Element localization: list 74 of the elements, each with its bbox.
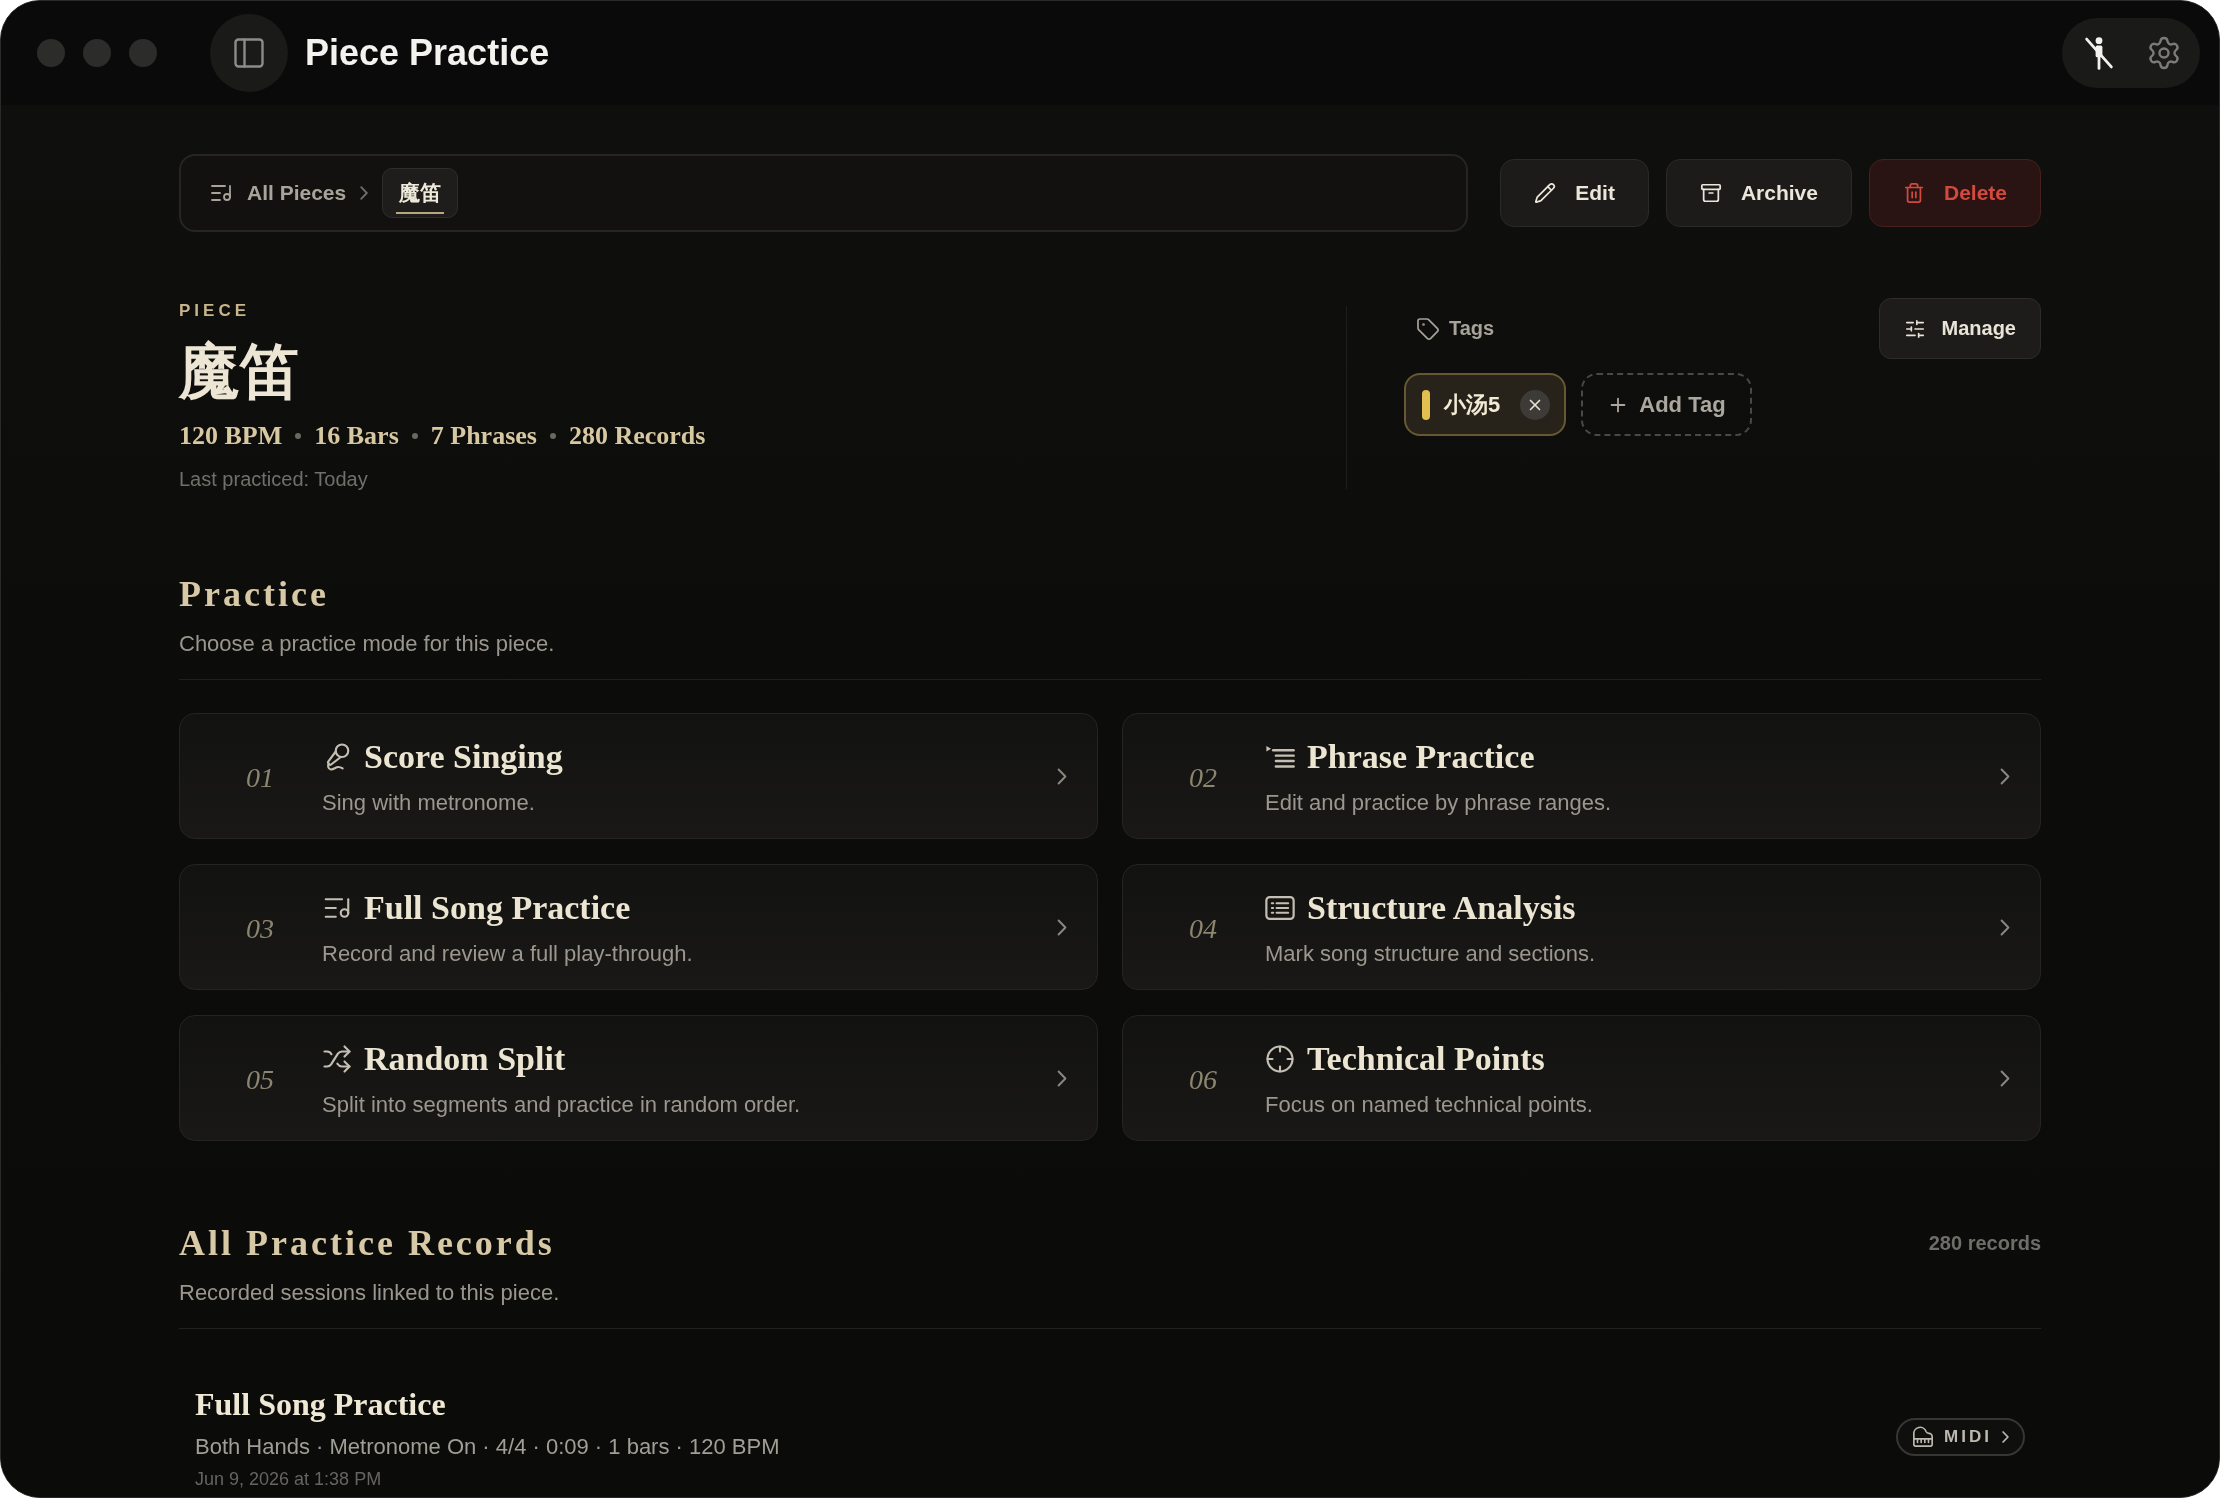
tags-label: Tags xyxy=(1449,317,1495,340)
sliders-icon xyxy=(1903,317,1926,340)
mode-title: Full Song Practice xyxy=(364,888,631,928)
mode-number: 05 xyxy=(246,1064,274,1096)
sidebar-icon xyxy=(231,35,267,71)
tag-icon xyxy=(1416,316,1440,341)
mode-description: Record and review a full play-through. xyxy=(322,940,693,968)
record-date: Jun 9, 2026 at 1:38 PM xyxy=(195,1468,382,1490)
trash-icon xyxy=(1902,182,1925,204)
mode-number: 04 xyxy=(1189,913,1217,945)
mode-description: Edit and practice by phrase ranges. xyxy=(1265,789,1612,817)
section-label: PIECE xyxy=(179,301,251,321)
record-title: Full Song Practice xyxy=(195,1385,446,1424)
section-subtitle: Recorded sessions linked to this piece. xyxy=(179,1279,560,1307)
remove-tag-button[interactable] xyxy=(1520,389,1551,420)
last-practiced-text: Last practiced: Today xyxy=(179,467,368,491)
mode-title: Technical Points xyxy=(1307,1039,1545,1079)
piece-stat: 120 BPM xyxy=(179,420,283,452)
section-title: All Practice Records xyxy=(179,1222,555,1265)
record-meta: Both Hands · Metronome On · 4/4 · 0:09 · 1 bars · 120 BPM xyxy=(195,1433,780,1461)
manage-button[interactable]: Manage xyxy=(1878,298,2041,359)
mode-number: 03 xyxy=(246,913,274,945)
chevron-right-icon xyxy=(2000,1069,2010,1087)
archive-button[interactable]: Archive xyxy=(1665,159,1852,227)
mode-description: Split into segments and practice in random order. xyxy=(322,1091,801,1119)
practice-mode-card[interactable]: 01 Score Singing Sing with metronome. xyxy=(179,713,1098,839)
practice-mode-card[interactable]: 02 Phrase Practice Edit and practice by phrase ranges. xyxy=(1122,713,2041,839)
piece-title: 魔笛 xyxy=(179,339,299,405)
separator-dot-icon xyxy=(295,433,302,439)
practice-mode-card[interactable]: 05 Random Split Split into segments and practice in random order. xyxy=(179,1015,1098,1141)
window-title: Piece Practice xyxy=(305,32,550,74)
mode-description: Sing with metronome. xyxy=(322,789,535,817)
pencil-icon xyxy=(1534,182,1557,204)
settings-icon[interactable] xyxy=(2146,35,2182,71)
person-slash-icon[interactable] xyxy=(2082,36,2116,70)
archive-box-icon xyxy=(1699,182,1722,204)
piece-stat: 7 Phrases xyxy=(430,420,537,452)
tag-label: 小汤5 xyxy=(1444,390,1502,419)
mode-number: 01 xyxy=(246,762,274,794)
practice-mode-card[interactable]: 06 Technical Points Focus on named technical points. xyxy=(1122,1015,2041,1141)
mode-number: 06 xyxy=(1189,1064,1217,1096)
chevron-right-icon xyxy=(2000,918,2010,936)
mode-title: Random Split xyxy=(364,1039,566,1079)
section-title: Practice xyxy=(179,573,329,616)
mode-title: Score Singing xyxy=(364,737,563,777)
shuffle-icon xyxy=(322,1044,352,1074)
chevron-right-icon xyxy=(2002,1431,2009,1443)
practice-mode-card[interactable]: 03 Full Song Practice Record and review a full play-through. xyxy=(179,864,1098,990)
record-count: 280 records xyxy=(1928,1231,2041,1255)
breadcrumb-link[interactable]: All Pieces xyxy=(247,181,347,205)
edit-button[interactable]: Edit xyxy=(1500,159,1649,227)
midi-badge[interactable]: MIDI xyxy=(1896,1418,2025,1456)
mode-title: Structure Analysis xyxy=(1307,888,1576,928)
piece-stat: 16 Bars xyxy=(314,420,399,452)
chevron-right-icon xyxy=(360,186,369,200)
text-lines-icon xyxy=(1265,893,1295,923)
piano-icon xyxy=(1912,1426,1935,1448)
crosshair-icon xyxy=(1265,1044,1295,1074)
delete-button[interactable]: Delete xyxy=(1868,159,2041,227)
chevron-right-icon xyxy=(2000,767,2010,785)
mode-description: Mark song structure and sections. xyxy=(1265,940,1596,968)
separator-dot-icon xyxy=(411,433,418,439)
piece-stat: 280 Records xyxy=(568,420,706,452)
mode-description: Focus on named technical points. xyxy=(1265,1091,1593,1119)
chevron-right-icon xyxy=(1057,918,1067,936)
separator-dot-icon xyxy=(549,433,556,439)
chevron-right-icon xyxy=(1057,1069,1067,1087)
breadcrumb-current[interactable]: 魔笛 xyxy=(382,168,459,218)
section-subtitle: Choose a practice mode for this piece. xyxy=(179,630,555,658)
mode-number: 02 xyxy=(1189,762,1217,794)
mode-title: Phrase Practice xyxy=(1307,737,1535,777)
add-tag-button[interactable]: Add Tag xyxy=(1581,373,1752,436)
chevron-right-icon xyxy=(1057,767,1067,785)
practice-mode-card[interactable]: 04 Structure Analysis Mark song structure and sections. xyxy=(1122,864,2041,990)
